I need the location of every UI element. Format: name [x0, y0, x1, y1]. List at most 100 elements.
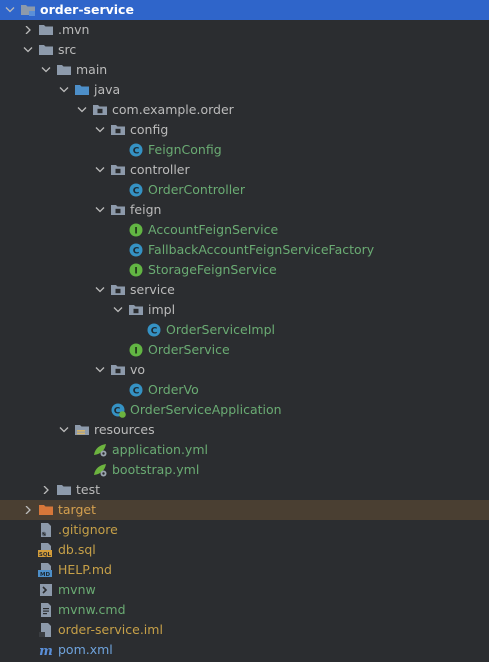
interface-icon: I [128, 342, 144, 358]
package-icon [110, 362, 126, 378]
tree-item-order-service-iml[interactable]: order-service.iml [0, 620, 489, 640]
chevron-down-icon[interactable] [94, 280, 106, 300]
tree-item-orderserviceimpl[interactable]: C OrderServiceImpl [0, 320, 489, 340]
folder-icon [38, 42, 54, 58]
source-root-folder-icon [74, 82, 90, 98]
tree-item-ordercontroller[interactable]: C OrderController [0, 180, 489, 200]
package-icon [110, 162, 126, 178]
interface-icon: I [128, 222, 144, 238]
svg-text:C: C [133, 246, 140, 256]
chevron-right-icon[interactable] [22, 20, 34, 40]
chevron-right-icon[interactable] [22, 500, 34, 520]
spring-yaml-icon [92, 462, 108, 478]
tree-item-feignconfig[interactable]: C FeignConfig [0, 140, 489, 160]
folder-icon [38, 22, 54, 38]
tree-item-label: .gitignore [58, 522, 118, 537]
tree-item-label: com.example.order [112, 102, 234, 117]
interface-icon: I [128, 262, 144, 278]
tree-item-label: java [94, 82, 121, 97]
tree-item-gitignore[interactable]: .gitignore [0, 520, 489, 540]
tree-item-label: order-service [40, 2, 134, 17]
package-icon [110, 122, 126, 138]
class-icon: C [128, 382, 144, 398]
svg-text:C: C [151, 326, 158, 336]
class-icon: C [128, 182, 144, 198]
tree-item-config[interactable]: config [0, 120, 489, 140]
chevron-down-icon[interactable] [4, 0, 16, 20]
class-icon: C [128, 142, 144, 158]
svg-text:MD: MD [40, 572, 50, 578]
tree-item-label: vo [130, 362, 146, 377]
module-folder-icon [20, 2, 36, 18]
tree-item-label: FallbackAccountFeignServiceFactory [148, 242, 375, 257]
chevron-down-icon[interactable] [76, 100, 88, 120]
tree-item-db-sql[interactable]: SQL db.sql [0, 540, 489, 560]
package-icon [92, 102, 108, 118]
tree-item-controller[interactable]: controller [0, 160, 489, 180]
tree-item-storagefeignservice[interactable]: I StorageFeignService [0, 260, 489, 280]
tree-item-label: resources [94, 422, 155, 437]
spring-yaml-icon [92, 442, 108, 458]
tree-item-label: application.yml [112, 442, 208, 457]
chevron-down-icon[interactable] [94, 360, 106, 380]
tree-item-label: mvnw [58, 582, 96, 597]
chevron-right-icon[interactable] [40, 480, 52, 500]
folder-icon [56, 62, 72, 78]
svg-text:C: C [133, 146, 140, 156]
tree-item-label: mvnw.cmd [58, 602, 126, 617]
shell-script-icon [38, 582, 54, 598]
tree-item-feign[interactable]: feign [0, 200, 489, 220]
tree-item-label: StorageFeignService [148, 262, 277, 277]
tree-item-impl[interactable]: impl [0, 300, 489, 320]
tree-item-order-service[interactable]: order-service [0, 0, 489, 20]
tree-item-help-md[interactable]: MD HELP.md [0, 560, 489, 580]
spring-boot-class-icon: C [110, 402, 126, 418]
tree-item-bootstrap-yml[interactable]: bootstrap.yml [0, 460, 489, 480]
tree-item-label: OrderServiceApplication [130, 402, 282, 417]
tree-item-label: target [58, 502, 97, 517]
tree-item-main[interactable]: main [0, 60, 489, 80]
chevron-down-icon[interactable] [58, 420, 70, 440]
tree-item-label: OrderController [148, 182, 246, 197]
tree-item-label: OrderServiceImpl [166, 322, 275, 337]
tree-item-label: db.sql [58, 542, 96, 557]
tree-item-mvnw[interactable]: mvnw [0, 580, 489, 600]
iml-file-icon [38, 622, 54, 638]
class-icon: C [146, 322, 162, 338]
tree-item-label: bootstrap.yml [112, 462, 200, 477]
tree-item-vo[interactable]: vo [0, 360, 489, 380]
svg-text:m: m [39, 644, 53, 658]
tree-item-resources[interactable]: resources [0, 420, 489, 440]
tree-item-orderservice[interactable]: I OrderService [0, 340, 489, 360]
tree-item-mvn[interactable]: .mvn [0, 20, 489, 40]
maven-pom-icon: m [38, 642, 54, 658]
tree-item-pom-xml[interactable]: m pom.xml [0, 640, 489, 660]
tree-item-src[interactable]: src [0, 40, 489, 60]
tree-item-target[interactable]: target [0, 500, 489, 520]
svg-text:C: C [133, 186, 140, 196]
tree-item-java[interactable]: java [0, 80, 489, 100]
tree-item-com-example-order[interactable]: com.example.order [0, 100, 489, 120]
project-tree: order-service .mvn src main java com.example.… [0, 0, 489, 662]
resources-folder-icon [74, 422, 90, 438]
chevron-down-icon[interactable] [94, 200, 106, 220]
chevron-down-icon[interactable] [22, 40, 34, 60]
package-icon [128, 302, 144, 318]
chevron-down-icon[interactable] [94, 120, 106, 140]
tree-item-application-yml[interactable]: application.yml [0, 440, 489, 460]
tree-item-orderserviceapplication[interactable]: C OrderServiceApplication [0, 400, 489, 420]
tree-item-label: .mvn [58, 22, 90, 37]
tree-item-ordervo[interactable]: C OrderVo [0, 380, 489, 400]
excluded-folder-icon [38, 502, 54, 518]
tree-item-label: config [130, 122, 169, 137]
chevron-down-icon[interactable] [58, 80, 70, 100]
chevron-down-icon[interactable] [112, 300, 124, 320]
tree-item-label: impl [148, 302, 176, 317]
tree-item-fallbackaccountfeignservicefactory[interactable]: C FallbackAccountFeignServiceFactory [0, 240, 489, 260]
tree-item-test[interactable]: test [0, 480, 489, 500]
chevron-down-icon[interactable] [94, 160, 106, 180]
tree-item-service[interactable]: service [0, 280, 489, 300]
tree-item-mvnw-cmd[interactable]: mvnw.cmd [0, 600, 489, 620]
tree-item-accountfeignservice[interactable]: I AccountFeignService [0, 220, 489, 240]
chevron-down-icon[interactable] [40, 60, 52, 80]
